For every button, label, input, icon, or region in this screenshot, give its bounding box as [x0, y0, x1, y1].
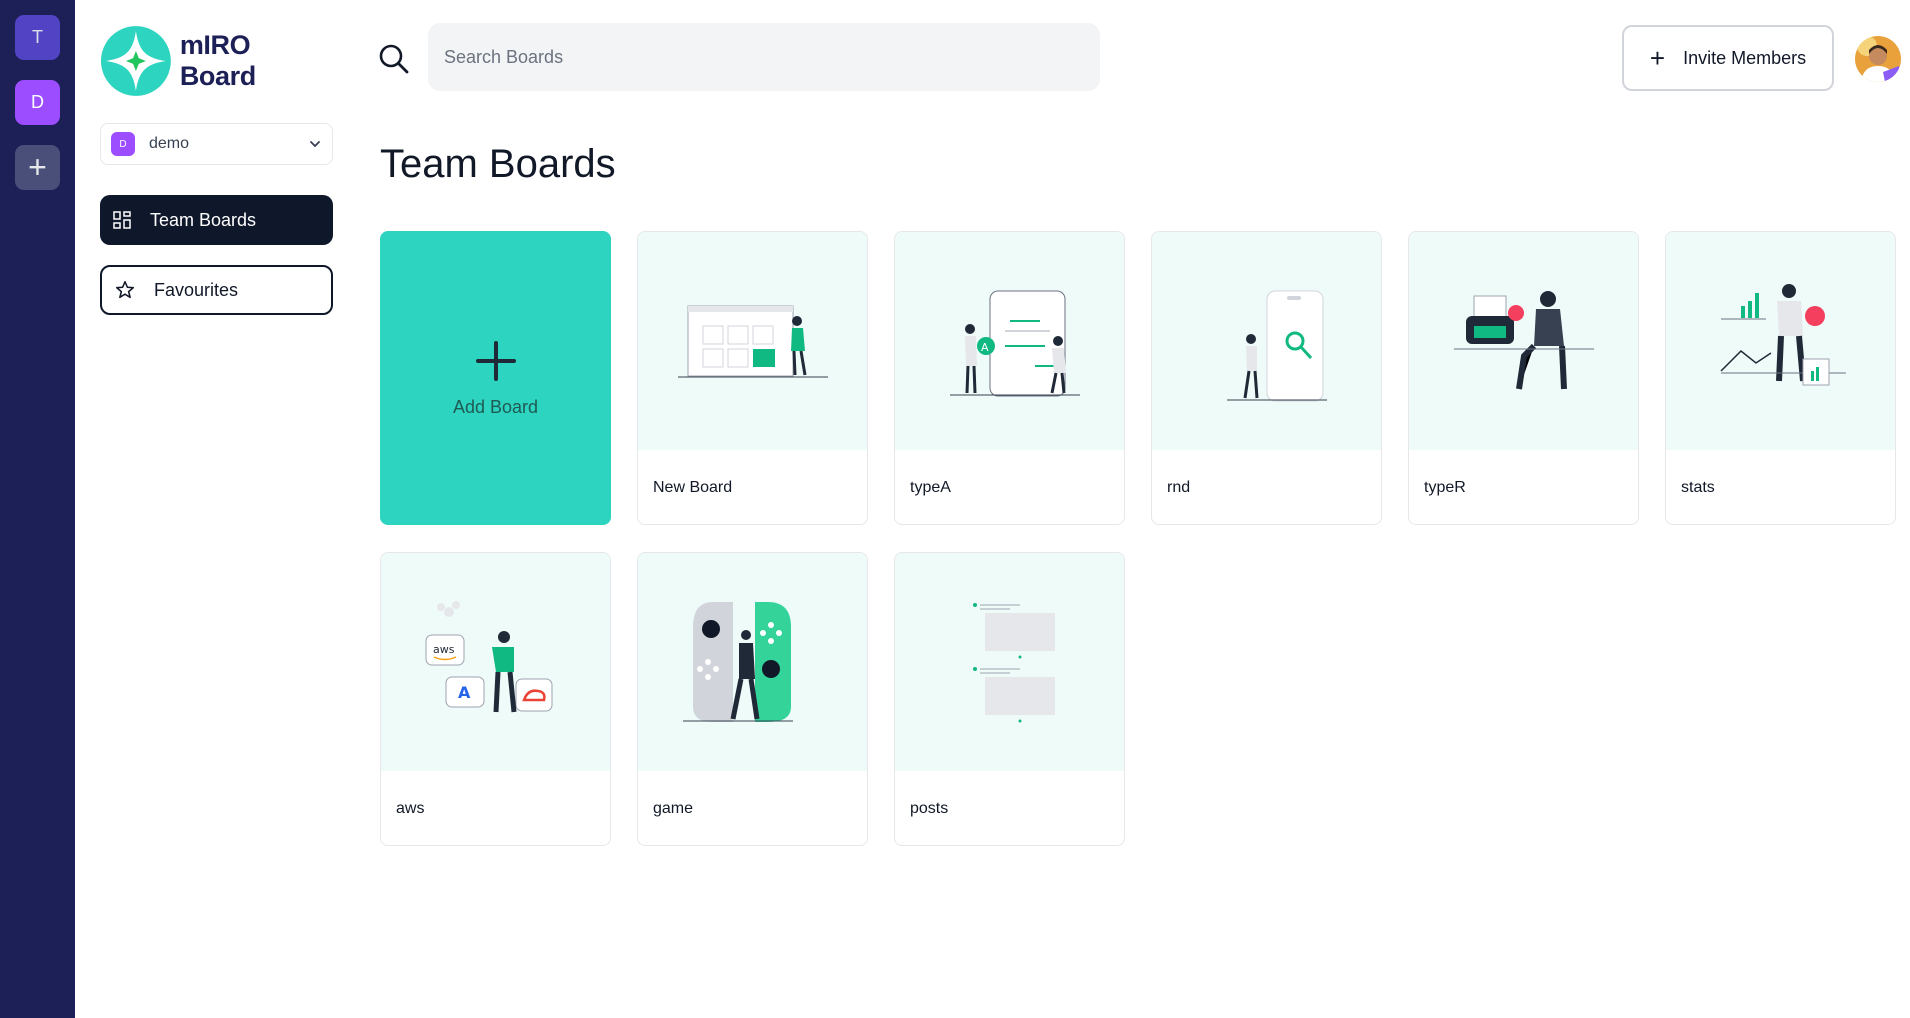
board-thumbnail	[1666, 232, 1895, 450]
svg-text:A: A	[981, 341, 989, 354]
board-card[interactable]: New Board	[637, 231, 868, 525]
chevron-down-icon	[310, 141, 320, 148]
board-title: New Board	[653, 478, 733, 496]
grid-icon	[113, 211, 131, 229]
board-card[interactable]: aws A aws	[380, 552, 611, 846]
search-icon[interactable]	[378, 43, 410, 75]
board-thumbnail	[1152, 232, 1381, 450]
board-thumbnail	[895, 553, 1124, 771]
add-board-label: Add Board	[452, 396, 539, 417]
org-select-name: demo	[149, 135, 190, 152]
org-select[interactable]: D demo	[100, 123, 333, 165]
nav-team-boards-label: Team Boards	[150, 209, 257, 230]
nav-favourites[interactable]: Favourites	[100, 265, 333, 315]
board-card[interactable]: rnd	[1151, 231, 1382, 525]
org-switch-t[interactable]: T	[15, 15, 60, 60]
star-icon	[115, 280, 135, 299]
logo-icon	[100, 26, 171, 96]
page-title: Team Boards	[380, 142, 616, 186]
board-thumbnail	[638, 553, 867, 771]
plus-icon: +	[1649, 42, 1666, 73]
board-title: typeA	[910, 478, 951, 496]
org-switch-d[interactable]: D	[15, 80, 60, 125]
board-card[interactable]: A typeA	[894, 231, 1125, 525]
board-title: game	[653, 799, 694, 817]
add-board-button[interactable]: Add Board	[380, 231, 611, 525]
avatar-image	[1855, 36, 1901, 82]
sidebar: mIRO Board D demo Team Boards Favourites	[100, 0, 333, 1018]
nav-team-boards[interactable]: Team Boards	[100, 195, 333, 245]
board-title: aws	[396, 799, 425, 817]
board-title: typeR	[1424, 478, 1466, 496]
board-thumbnail	[638, 232, 867, 450]
search-input[interactable]	[428, 23, 1100, 91]
nav-favourites-label: Favourites	[154, 279, 239, 300]
board-card[interactable]: typeR	[1408, 231, 1639, 525]
svg-text:A: A	[458, 683, 471, 702]
board-title: stats	[1681, 478, 1715, 496]
board-thumbnail: aws A	[381, 553, 610, 771]
org-rail: T D +	[0, 0, 75, 1018]
add-org-button[interactable]: +	[15, 145, 60, 190]
board-card[interactable]: stats	[1665, 231, 1896, 525]
board-thumbnail	[1409, 232, 1638, 450]
plus-icon: +	[28, 149, 47, 185]
brand-name: mIRO Board	[179, 30, 256, 91]
board-card[interactable]: posts	[894, 552, 1125, 846]
board-title: rnd	[1167, 478, 1191, 496]
org-chip: D	[111, 132, 135, 156]
board-card[interactable]: game	[637, 552, 868, 846]
board-title: posts	[910, 799, 949, 817]
avatar[interactable]	[1855, 36, 1901, 82]
svg-text:aws: aws	[433, 643, 455, 656]
board-thumbnail: A	[895, 232, 1124, 450]
brand[interactable]: mIRO Board	[100, 25, 333, 97]
plus-icon	[475, 340, 516, 381]
invite-members-button[interactable]: + Invite Members	[1622, 25, 1834, 91]
invite-members-label: Invite Members	[1683, 47, 1807, 68]
